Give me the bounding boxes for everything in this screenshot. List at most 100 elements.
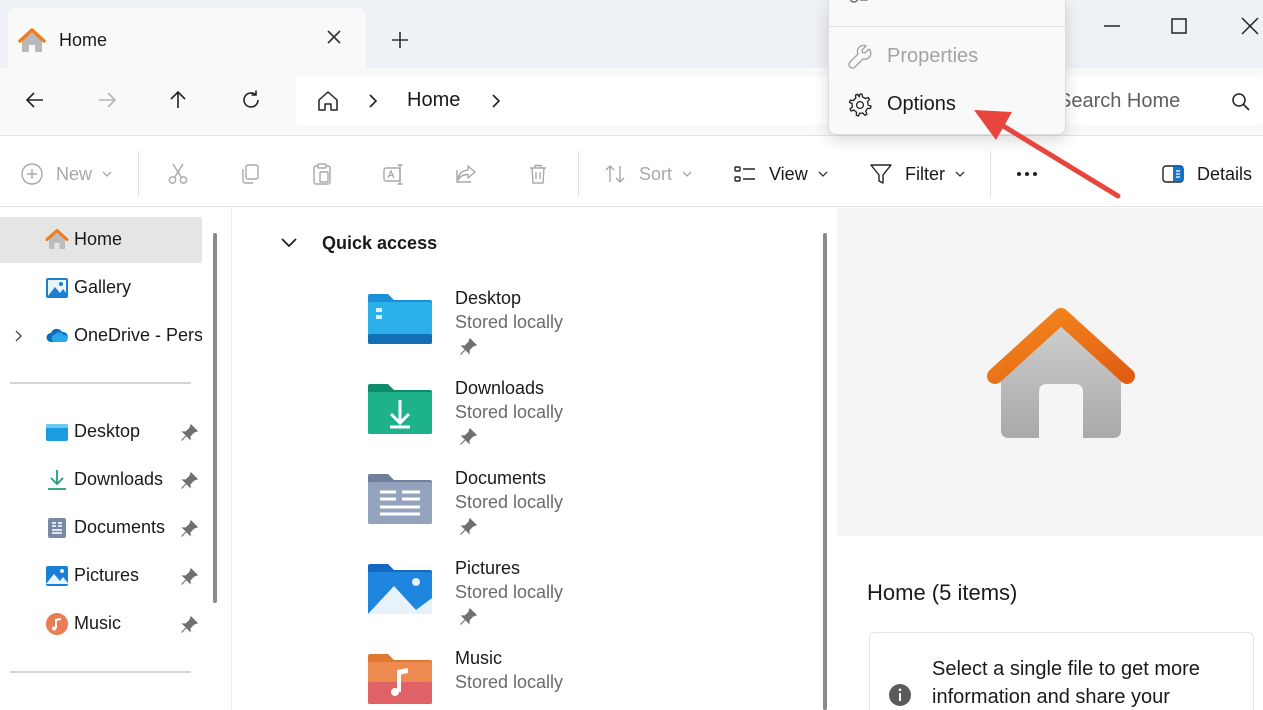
back-icon[interactable] xyxy=(23,88,47,112)
sidebar-item-home[interactable]: Home xyxy=(0,217,202,263)
refresh-icon[interactable] xyxy=(239,88,263,112)
home-large-icon xyxy=(987,308,1135,438)
title-bar: Home xyxy=(0,0,1263,68)
file-list: Quick access Desktop Stored locally Down… xyxy=(231,208,836,710)
pin-icon[interactable] xyxy=(180,424,198,442)
minimize-icon[interactable] xyxy=(1100,14,1124,38)
annotation-arrow-icon xyxy=(974,110,1121,199)
share-button[interactable] xyxy=(454,161,478,187)
sort-icon xyxy=(605,165,625,183)
pin-icon xyxy=(460,608,477,625)
details-label: Details xyxy=(1197,163,1253,184)
pin-icon[interactable] xyxy=(180,616,198,634)
home-outline-icon[interactable] xyxy=(316,89,340,113)
filter-icon xyxy=(870,164,892,184)
close-window-icon[interactable] xyxy=(1238,14,1262,38)
sidebar-item-music[interactable]: Music xyxy=(0,601,202,647)
sidebar-divider xyxy=(10,671,191,673)
rename-icon xyxy=(383,164,403,185)
view-button[interactable]: View xyxy=(733,161,828,187)
list-item[interactable]: Music Stored locally xyxy=(366,648,786,710)
chevron-right-icon[interactable] xyxy=(490,93,502,109)
maximize-icon[interactable] xyxy=(1167,14,1191,38)
scissors-icon xyxy=(168,163,188,184)
info-message: Select a single file to get more informa… xyxy=(932,658,1200,708)
chevron-right-icon[interactable] xyxy=(367,93,379,109)
close-tab-icon[interactable] xyxy=(324,27,344,47)
delete-button[interactable] xyxy=(526,161,550,187)
sidebar-item-gallery[interactable]: Gallery xyxy=(0,265,202,311)
copy-button[interactable] xyxy=(238,161,262,187)
list-item[interactable]: Downloads Stored locally xyxy=(366,378,786,460)
pin-icon[interactable] xyxy=(180,568,198,586)
pictures-folder-icon xyxy=(368,564,432,614)
chevron-down-icon xyxy=(818,171,828,177)
details-pane: Home (5 items) Select a single file to g… xyxy=(837,208,1263,710)
pin-icon[interactable] xyxy=(180,472,198,490)
sidebar-divider xyxy=(10,382,191,384)
content-scrollbar[interactable] xyxy=(823,233,827,710)
breadcrumb-home[interactable]: Home xyxy=(407,89,460,112)
view-icon xyxy=(734,166,755,182)
chevron-right-icon[interactable] xyxy=(12,329,26,343)
sidebar-scrollbar[interactable] xyxy=(213,233,217,603)
search-icon[interactable] xyxy=(1231,92,1251,112)
download-icon xyxy=(48,470,66,490)
up-icon[interactable] xyxy=(166,88,190,112)
tab-title: Home xyxy=(59,30,108,50)
home-icon xyxy=(18,28,46,52)
info-icon xyxy=(889,684,911,706)
cut-button[interactable] xyxy=(166,161,190,187)
sort-button[interactable]: Sort xyxy=(603,161,692,187)
new-button[interactable]: New xyxy=(20,161,112,187)
sidebar-item-downloads[interactable]: Downloads xyxy=(0,457,202,503)
options-label: Options xyxy=(887,93,956,115)
onedrive-icon xyxy=(46,328,68,342)
details-title: Home (5 items) xyxy=(867,580,1018,605)
info-card: Select a single file to get more informa… xyxy=(869,632,1254,710)
sidebar-item-onedrive[interactable]: OneDrive - Personal xyxy=(0,313,202,359)
folder-status: Stored locally xyxy=(455,582,564,602)
documents-folder-icon xyxy=(368,474,432,524)
menu-item-properties[interactable]: Properties xyxy=(833,36,1063,76)
view-label: View xyxy=(769,163,808,184)
folder-status: Stored locally xyxy=(455,312,564,332)
pin-icon[interactable] xyxy=(180,520,198,538)
music-folder-icon xyxy=(368,654,432,704)
pin-icon xyxy=(460,518,477,535)
sidebar-item-pictures[interactable]: Pictures xyxy=(0,553,202,599)
paste-button[interactable] xyxy=(310,161,334,187)
filter-button[interactable]: Filter xyxy=(869,161,965,187)
trash-icon xyxy=(530,164,546,184)
tab-home[interactable]: Home xyxy=(8,8,366,68)
pin-icon xyxy=(460,338,477,355)
documents-icon xyxy=(48,518,66,538)
folder-name: Downloads xyxy=(455,378,545,398)
quick-access-header[interactable]: Quick access xyxy=(322,233,437,254)
folder-name: Pictures xyxy=(455,558,521,578)
gear-icon xyxy=(848,93,872,117)
list-item[interactable]: Desktop Stored locally xyxy=(366,288,786,370)
sidebar-item-desktop[interactable]: Desktop xyxy=(0,409,202,455)
sidebar-item-documents[interactable]: Documents xyxy=(0,505,202,551)
list-item[interactable]: Pictures Stored locally xyxy=(366,558,786,640)
sidebar-item-label: Gallery xyxy=(74,277,132,297)
select-icon xyxy=(849,0,868,3)
new-tab-icon[interactable] xyxy=(388,28,412,52)
folder-name: Desktop xyxy=(455,288,522,308)
rename-button[interactable] xyxy=(382,161,406,187)
sidebar-item-label: Home xyxy=(74,229,123,249)
pin-icon xyxy=(460,428,477,445)
folder-status: Stored locally xyxy=(455,492,564,512)
share-icon xyxy=(456,165,476,183)
folder-name: Music xyxy=(455,648,503,668)
preview-area xyxy=(837,208,1263,536)
toolbar-divider xyxy=(578,151,579,197)
wrench-icon xyxy=(848,44,872,69)
toolbar-divider xyxy=(138,151,139,197)
sort-label: Sort xyxy=(639,163,673,184)
chevron-down-icon[interactable] xyxy=(280,236,298,250)
forward-icon[interactable] xyxy=(95,88,119,112)
details-button[interactable]: Details xyxy=(1161,161,1252,187)
list-item[interactable]: Documents Stored locally xyxy=(366,468,786,550)
